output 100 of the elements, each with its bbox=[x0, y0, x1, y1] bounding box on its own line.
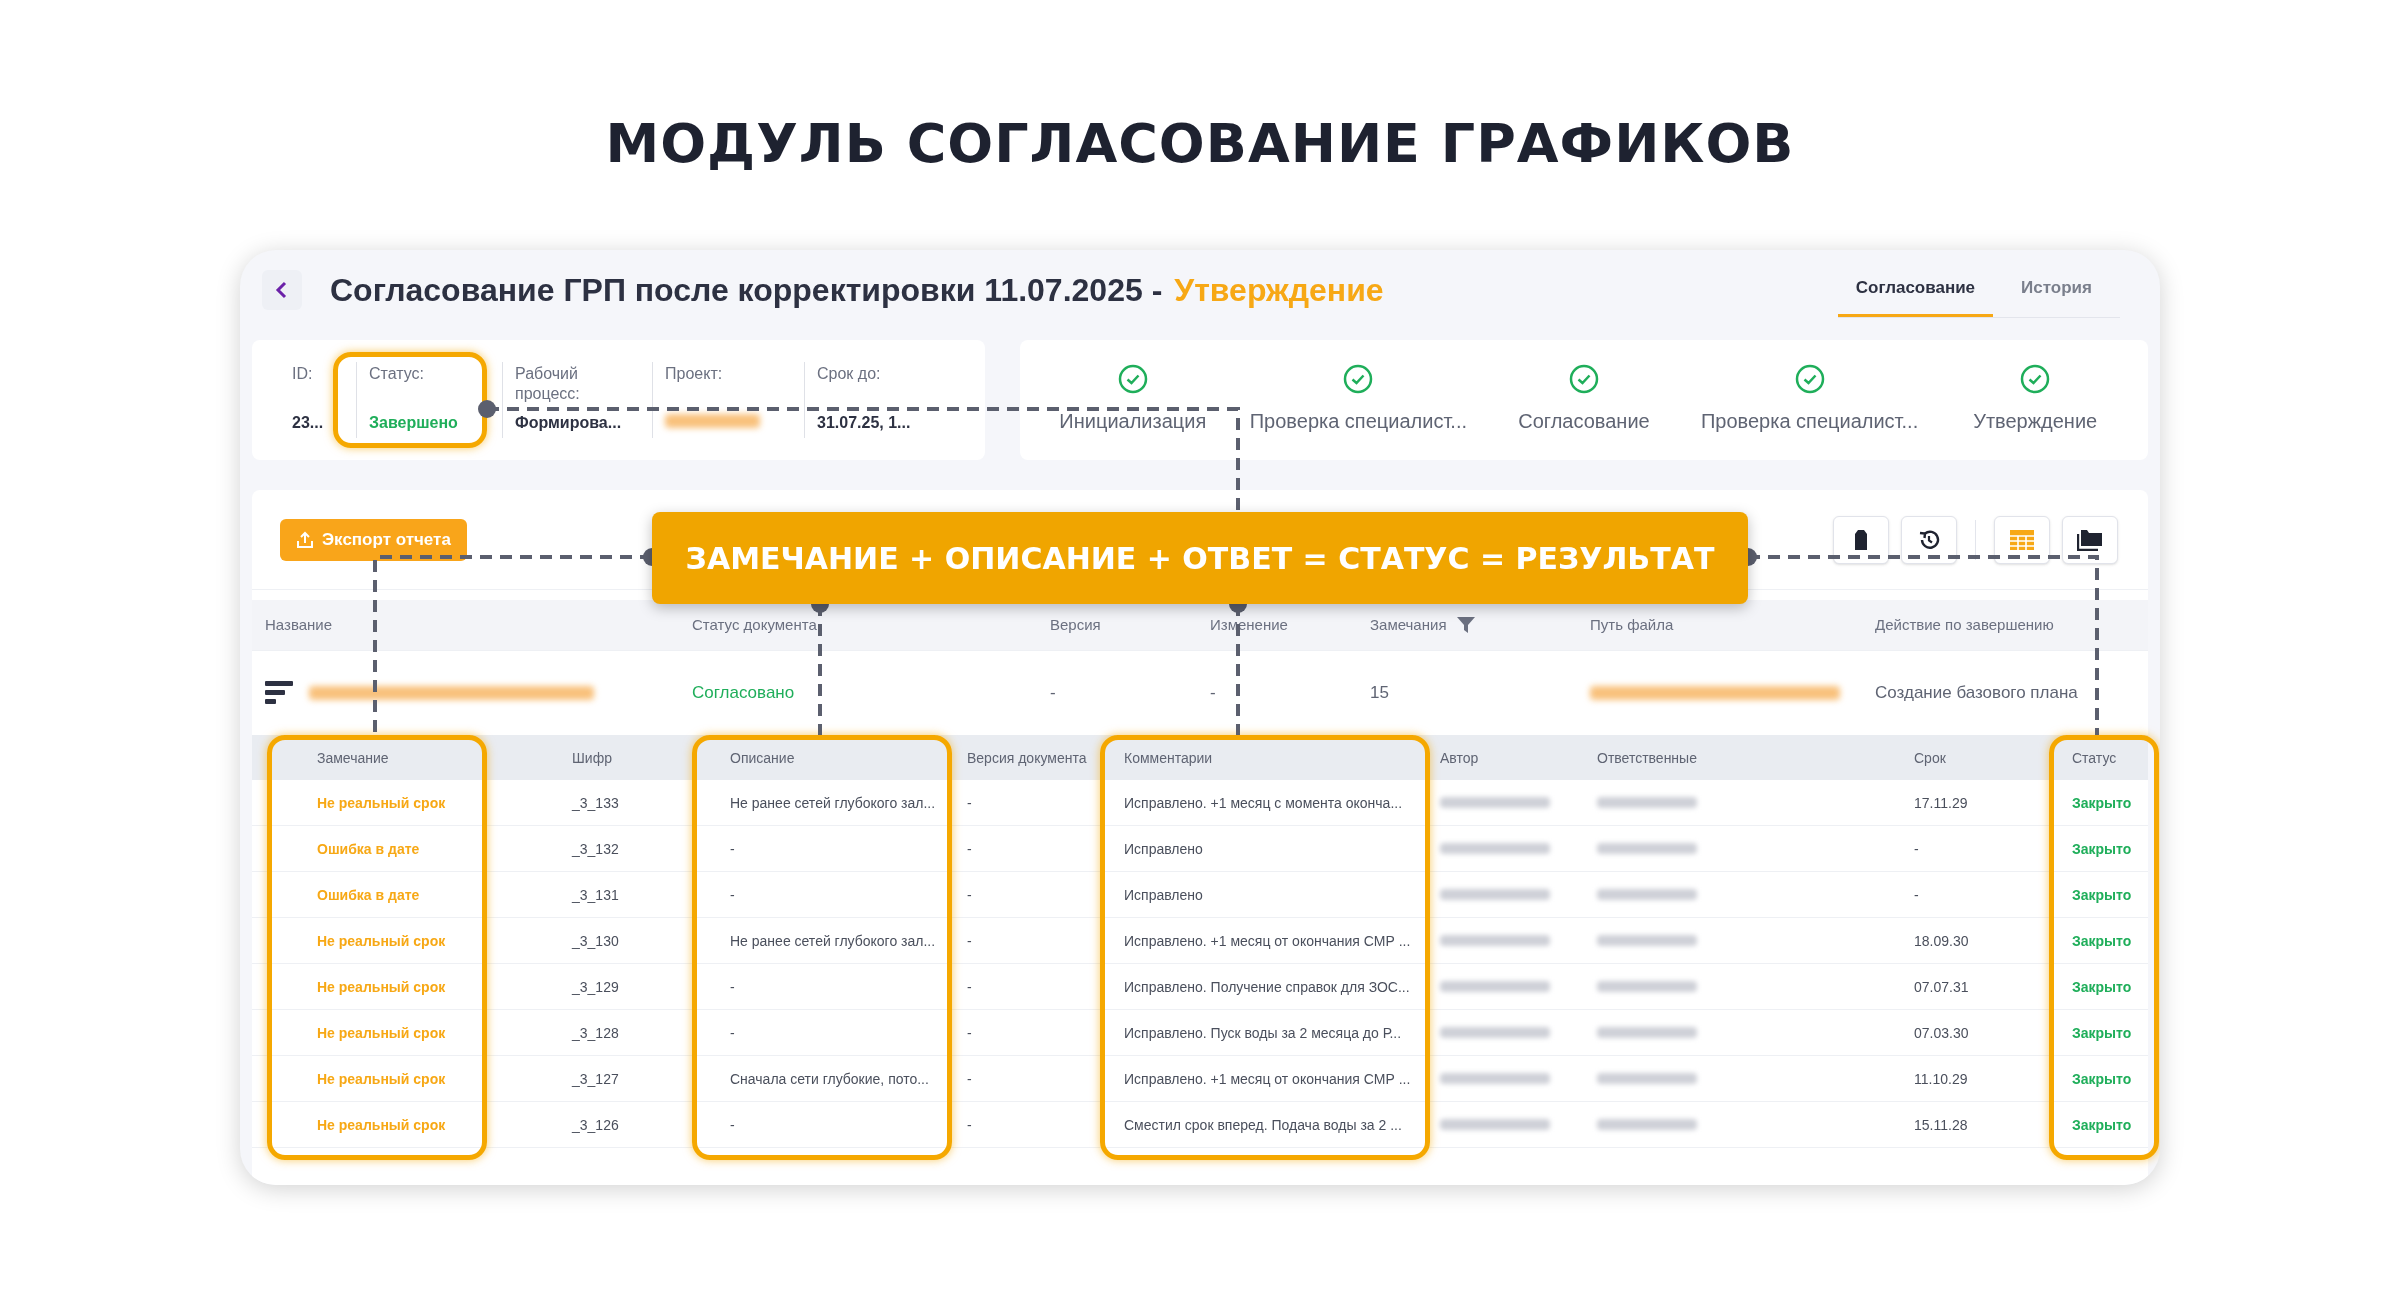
remark-text: Не реальный срок bbox=[317, 794, 446, 811]
banner: ЗАМЕЧАНИЕ + ОПИСАНИЕ + ОТВЕТ = СТАТУС = РЕЗУЛЬТАТ bbox=[652, 512, 1748, 604]
table-cell: Исправлено. +1 месяц от окончания СМР ... bbox=[1124, 1070, 1411, 1087]
step-label: Проверка специалист... bbox=[1249, 409, 1468, 434]
status-text: Закрыто bbox=[2072, 794, 2132, 811]
table-cell: - bbox=[730, 1116, 735, 1133]
table-cell: Исправлено. +1 месяц от окончания СМР ... bbox=[1124, 932, 1411, 949]
table-cell: Исправлено bbox=[1124, 886, 1203, 903]
column-header: Замечание bbox=[317, 749, 389, 766]
table-cell: - bbox=[967, 978, 972, 995]
status-text: Закрыто bbox=[2072, 978, 2132, 995]
column-header: Шифр bbox=[572, 749, 612, 766]
table-cell: Исправлено. Пуск воды за 2 месяца до Р... bbox=[1124, 1024, 1402, 1041]
table-cell: Сместил срок вперед. Подача воды за 2 ... bbox=[1124, 1116, 1402, 1133]
tag-icon bbox=[1854, 528, 1868, 551]
folder-icon bbox=[2077, 528, 2103, 551]
page-title: Согласование ГРП после корректировки 11.07.2025 - bbox=[330, 271, 1163, 310]
status-text: Закрыто bbox=[2072, 840, 2132, 857]
column-header: Статус bbox=[2072, 749, 2117, 766]
field-value: 31.07.25, 1... bbox=[817, 414, 911, 432]
table-cell: _3_133 bbox=[572, 794, 619, 811]
page-heading: МОДУЛЬ СОГЛАСОВАНИЕ ГРАФИКОВ bbox=[605, 111, 1795, 177]
table-cell: 07.07.31 bbox=[1914, 978, 1969, 995]
column-header: Изменение bbox=[1210, 614, 1288, 635]
toolbar-button[interactable] bbox=[2062, 515, 2118, 564]
back-icon bbox=[275, 281, 289, 299]
status-text: Согласовано bbox=[692, 682, 795, 705]
column-header: Статус документа bbox=[692, 614, 817, 635]
table-cell: - bbox=[967, 886, 972, 903]
column-header: Срок bbox=[1914, 749, 1946, 766]
table-cell: _3_132 bbox=[572, 840, 619, 857]
field-label: Проект: bbox=[665, 364, 724, 384]
tab[interactable]: Согласование bbox=[1837, 261, 1994, 317]
table-cell: Не ранее сетей глубокого зал... bbox=[730, 794, 936, 811]
table-cell: 07.03.30 bbox=[1914, 1024, 1969, 1041]
column-header: Версия bbox=[1050, 614, 1101, 635]
table-cell: _3_130 bbox=[572, 932, 619, 949]
toolbar-button[interactable] bbox=[1994, 515, 2050, 564]
table-icon bbox=[2009, 528, 2035, 551]
table-cell: Исправлено bbox=[1124, 840, 1203, 857]
step-label: Проверка специалист... bbox=[1700, 409, 1919, 434]
table-cell: _3_129 bbox=[572, 978, 619, 995]
table-cell: - bbox=[967, 1116, 972, 1133]
column-header: Комментарии bbox=[1124, 749, 1213, 766]
table-cell: Не ранее сетей глубокого зал... bbox=[730, 932, 936, 949]
status-text: Закрыто bbox=[2072, 1116, 2132, 1133]
step-label: Инициализация bbox=[1059, 409, 1207, 434]
stage-label: Утверждение bbox=[1174, 271, 1384, 310]
table-cell: 15.11.28 bbox=[1914, 1116, 1968, 1133]
toolbar-button[interactable] bbox=[1833, 515, 1889, 564]
table-cell: 18.09.30 bbox=[1914, 932, 1969, 949]
table-cell: _3_128 bbox=[572, 1024, 619, 1041]
field-value: Формирова... bbox=[515, 414, 623, 432]
remark-text: Не реальный срок bbox=[317, 1070, 446, 1087]
table-cell-text: - bbox=[1050, 682, 1056, 705]
table-cell: _3_126 bbox=[572, 1116, 619, 1133]
table-cell: - bbox=[730, 886, 735, 903]
column-header: Замечания bbox=[1370, 614, 1447, 635]
table-cell: 17.11.29 bbox=[1914, 794, 1968, 811]
upload-icon bbox=[296, 530, 314, 549]
step-label: Согласование bbox=[1518, 409, 1650, 434]
table-cell: _3_131 bbox=[572, 886, 619, 903]
table-cell-text: 15 bbox=[1370, 682, 1389, 705]
table-cell: Исправлено. +1 месяц с момента оконча... bbox=[1124, 794, 1403, 811]
filter-icon[interactable] bbox=[1456, 617, 1475, 633]
table-cell: Исправлено. Получение справок для ЗОС... bbox=[1124, 978, 1410, 995]
table-cell: - bbox=[1914, 886, 1919, 903]
back-button[interactable] bbox=[262, 270, 302, 310]
remark-text: Не реальный срок bbox=[317, 1116, 446, 1133]
export-button[interactable]: Экспорт отчета bbox=[280, 518, 467, 561]
column-header: Действие по завершению bbox=[1875, 614, 2054, 635]
field-label: Статус: bbox=[369, 364, 426, 384]
table-cell: - bbox=[967, 1024, 972, 1041]
status-text: Закрыто bbox=[2072, 1070, 2132, 1087]
remark-text: Не реальный срок bbox=[317, 978, 446, 995]
table-cell: - bbox=[967, 794, 972, 811]
tab[interactable]: История bbox=[1993, 261, 2120, 317]
table-cell: Сначала сети глубокие, пото... bbox=[730, 1070, 929, 1087]
table-cell: - bbox=[967, 840, 972, 857]
field-label: Срок до: bbox=[817, 364, 882, 384]
remark-text: Не реальный срок bbox=[317, 932, 446, 949]
remark-text: Ошибка в дате bbox=[317, 886, 420, 903]
status-text: Закрыто bbox=[2072, 1024, 2132, 1041]
document-list-icon bbox=[265, 681, 293, 705]
column-header: Автор bbox=[1440, 749, 1479, 766]
table-cell: _3_127 bbox=[572, 1070, 619, 1087]
remark-text: Не реальный срок bbox=[317, 1024, 446, 1041]
table-cell-text: Создание базового плана bbox=[1875, 682, 2078, 705]
table-cell: 11.10.29 bbox=[1914, 1070, 1968, 1087]
status-text: Закрыто bbox=[2072, 886, 2132, 903]
toolbar-button[interactable] bbox=[1901, 515, 1957, 564]
column-header: Описание bbox=[730, 749, 795, 766]
column-header: Версия документа bbox=[967, 749, 1087, 766]
table-cell: - bbox=[967, 1070, 972, 1087]
status-text: Закрыто bbox=[2072, 932, 2132, 949]
field-label: Рабочий процесс: bbox=[515, 364, 581, 404]
table-cell: - bbox=[1914, 840, 1919, 857]
column-header: Путь файла bbox=[1590, 614, 1674, 635]
table-cell: - bbox=[730, 978, 735, 995]
table-cell: - bbox=[967, 932, 972, 949]
